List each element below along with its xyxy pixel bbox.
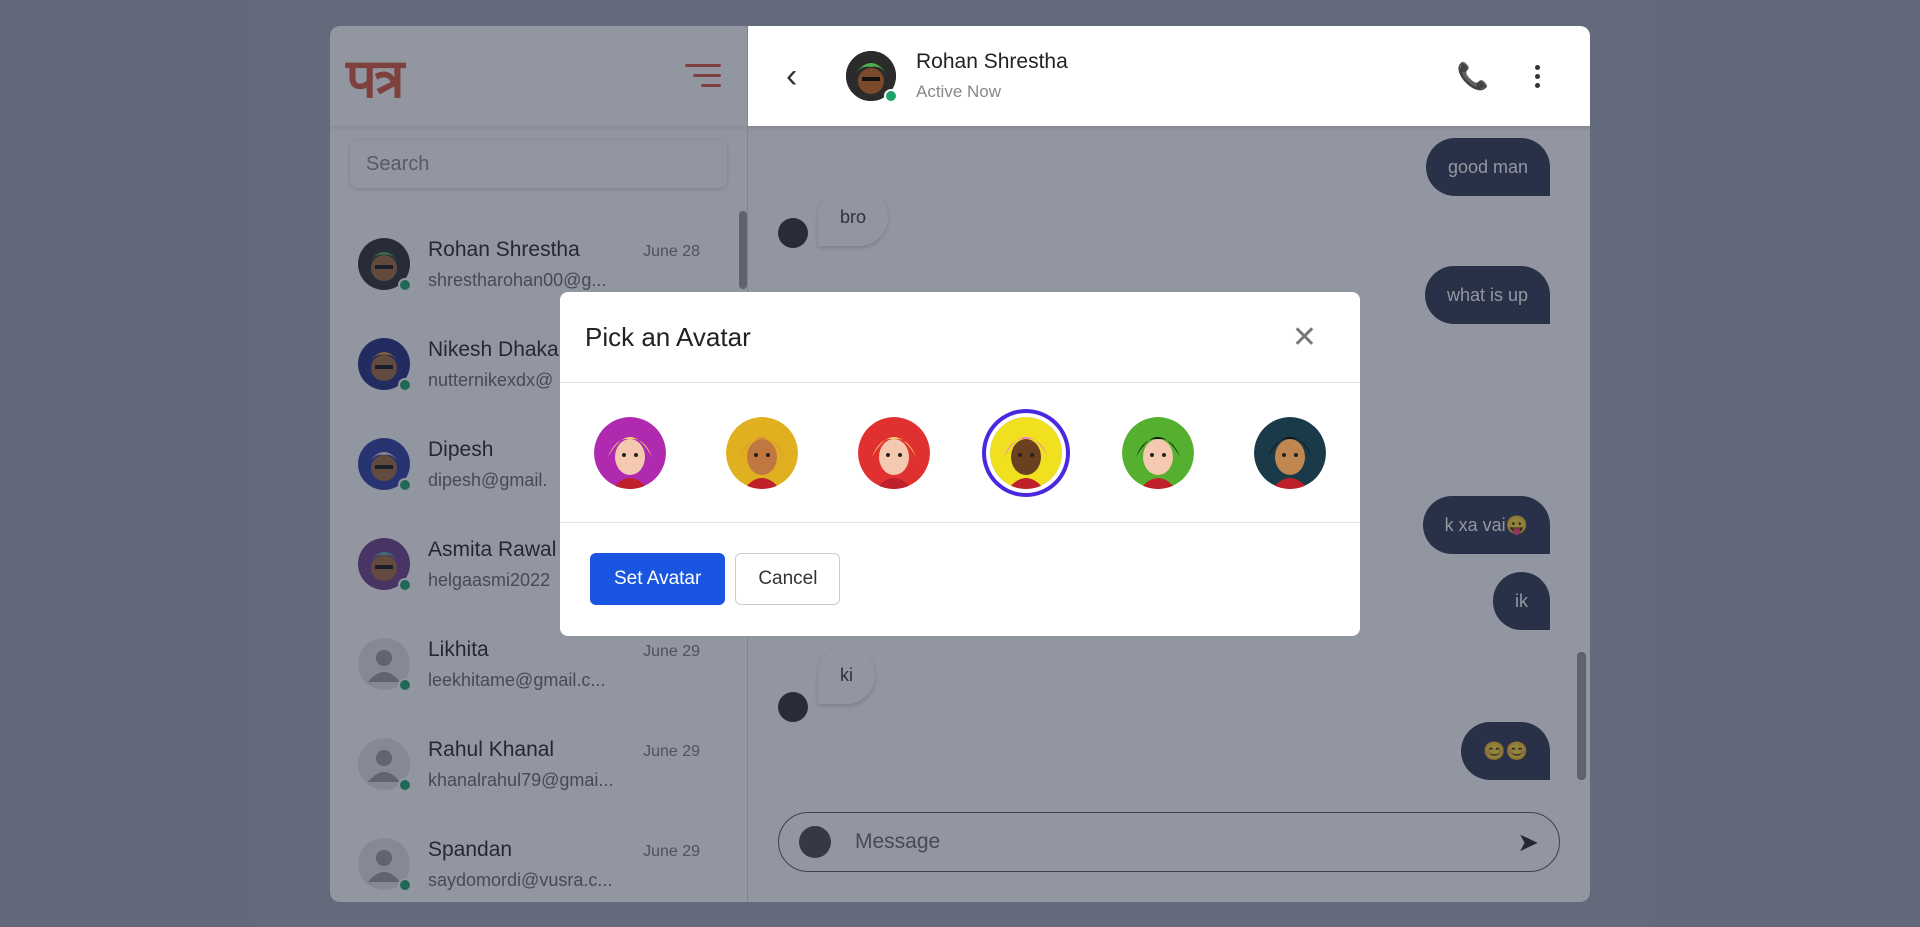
cancel-button[interactable]: Cancel bbox=[735, 553, 841, 605]
avatar-picker-modal: Pick an Avatar ✕ Set Avatar Cancel bbox=[560, 292, 1360, 636]
avatar-option[interactable] bbox=[990, 416, 1062, 489]
chat-contact-name: Rohan Shrestha bbox=[916, 50, 1068, 73]
avatar-option[interactable] bbox=[858, 416, 930, 489]
modal-title: Pick an Avatar bbox=[585, 321, 751, 352]
chat-avatar[interactable] bbox=[846, 51, 898, 103]
more-options-icon[interactable] bbox=[1535, 64, 1540, 88]
back-arrow-icon[interactable]: ‹ bbox=[786, 57, 826, 96]
phone-call-icon[interactable]: 📞 bbox=[1457, 61, 1489, 92]
close-icon[interactable]: ✕ bbox=[1292, 320, 1317, 355]
chat-contact-status: Active Now bbox=[916, 82, 1002, 101]
avatar-option[interactable] bbox=[594, 416, 666, 489]
online-indicator bbox=[884, 89, 898, 103]
modal-header: Pick an Avatar ✕ bbox=[560, 292, 1360, 383]
modal-footer: Set Avatar Cancel bbox=[560, 523, 1360, 635]
avatar-option[interactable] bbox=[1254, 416, 1326, 489]
chat-header: ‹ Rohan Shrestha Active Now 📞 bbox=[748, 26, 1590, 126]
set-avatar-button[interactable]: Set Avatar bbox=[590, 553, 726, 605]
avatar-option[interactable] bbox=[1122, 416, 1194, 489]
avatar-option[interactable] bbox=[726, 416, 798, 489]
avatar-options bbox=[560, 383, 1360, 523]
